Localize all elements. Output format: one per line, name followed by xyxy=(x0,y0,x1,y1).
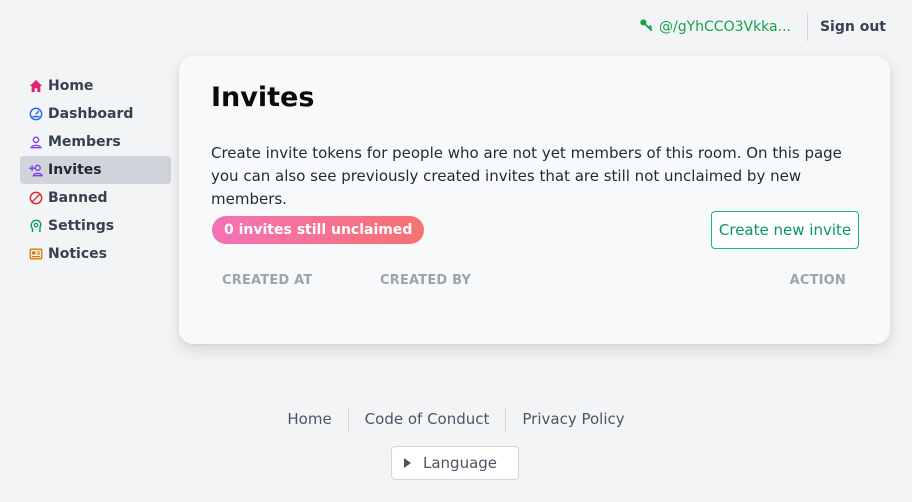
page-description: Create invite tokens for people who are … xyxy=(211,144,842,208)
column-header-created-at: CREATED AT xyxy=(222,273,313,288)
footer-link-code-of-conduct[interactable]: Code of Conduct xyxy=(349,406,506,432)
user-id-link[interactable]: @/gYhCCO3Vkka... xyxy=(639,13,808,41)
sidebar-item-label: Home xyxy=(48,78,94,94)
sidebar-item-label: Notices xyxy=(48,246,107,262)
dashboard-icon xyxy=(28,106,44,122)
triangle-right-icon xyxy=(404,458,411,468)
ban-icon xyxy=(28,190,44,206)
sidebar-item-label: Dashboard xyxy=(48,106,134,122)
user-icon xyxy=(28,134,44,150)
sidebar-item-settings[interactable]: Settings xyxy=(20,212,171,240)
page-title: Invites xyxy=(211,82,315,113)
sidebar-item-label: Settings xyxy=(48,218,115,234)
footer-links: Home Code of Conduct Privacy Policy xyxy=(0,406,912,432)
sidebar-nav: Home Dashboard Members Invites Banned Se… xyxy=(20,72,171,268)
key-icon xyxy=(639,18,653,36)
sign-out-button[interactable]: Sign out xyxy=(808,19,886,35)
language-selector[interactable]: Language xyxy=(391,446,519,480)
home-icon xyxy=(28,78,44,94)
sidebar-item-label: Members xyxy=(48,134,121,150)
sidebar-item-home[interactable]: Home xyxy=(20,72,171,100)
footer-link-privacy-policy[interactable]: Privacy Policy xyxy=(506,406,640,432)
create-invite-button[interactable]: Create new invite xyxy=(711,211,859,249)
column-header-created-by: CREATED BY xyxy=(380,273,472,288)
user-plus-icon xyxy=(28,162,44,178)
invites-card: Invites Create invite tokens for people … xyxy=(179,56,890,344)
sidebar-item-invites[interactable]: Invites xyxy=(20,156,171,184)
language-label: Language xyxy=(423,454,498,472)
sidebar-item-members[interactable]: Members xyxy=(20,128,171,156)
newspaper-icon xyxy=(28,246,44,262)
unclaimed-invites-badge: 0 invites still unclaimed xyxy=(212,216,425,244)
column-header-action: ACTION xyxy=(789,273,846,288)
topbar: @/gYhCCO3Vkka... Sign out xyxy=(639,12,886,42)
sidebar-item-label: Banned xyxy=(48,190,108,206)
footer-link-home[interactable]: Home xyxy=(271,406,347,432)
sidebar-item-dashboard[interactable]: Dashboard xyxy=(20,100,171,128)
settings-head-icon xyxy=(28,218,44,234)
sidebar-item-label: Invites xyxy=(48,162,102,178)
sidebar-item-notices[interactable]: Notices xyxy=(20,240,171,268)
sidebar-item-banned[interactable]: Banned xyxy=(20,184,171,212)
user-id-text: @/gYhCCO3Vkka... xyxy=(658,19,791,35)
